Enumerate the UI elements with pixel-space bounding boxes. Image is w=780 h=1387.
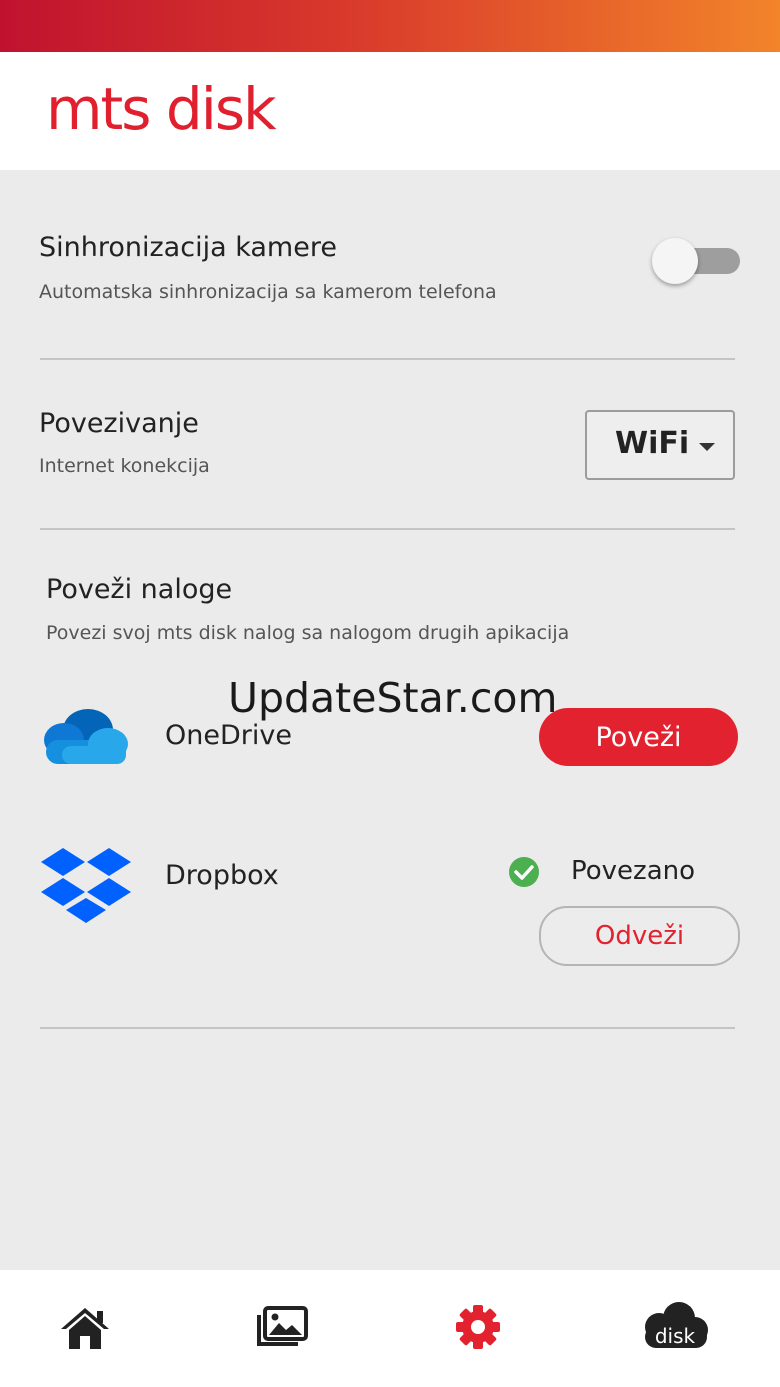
toggle-knob: [652, 238, 698, 284]
connection-title: Povezivanje: [39, 408, 199, 439]
nav-disk[interactable]: disk: [641, 1300, 709, 1356]
settings-content: Sinhronizacija kamere Automatska sinhron…: [0, 170, 780, 1270]
home-icon: [61, 1308, 109, 1349]
caret-down-icon: [699, 443, 715, 451]
connection-subtitle: Internet konekcija: [39, 455, 210, 477]
disk-cloud-icon: disk: [645, 1302, 708, 1348]
check-circle-icon: [509, 857, 539, 887]
camera-sync-title: Sinhronizacija kamere: [39, 232, 337, 263]
disk-icon-label: disk: [655, 1324, 696, 1348]
connection-type-dropdown[interactable]: WiFi: [585, 410, 735, 480]
dropbox-status: Povezano: [571, 856, 696, 886]
dropbox-icon: [41, 848, 131, 923]
nav-gallery[interactable]: [256, 1306, 308, 1352]
nav-settings[interactable]: [455, 1304, 501, 1354]
settings-gear-icon: [456, 1305, 500, 1349]
app-logo: mts disk: [46, 75, 277, 143]
divider: [40, 358, 735, 360]
divider: [40, 528, 735, 530]
dropdown-value: WiFi: [615, 426, 690, 461]
link-accounts-subtitle: Povezi svoj mts disk nalog sa nalogom dr…: [46, 622, 570, 644]
camera-sync-subtitle: Automatska sinhronizacija sa kamerom tel…: [39, 281, 497, 303]
bottom-nav: disk: [0, 1270, 780, 1387]
status-bar: [0, 0, 780, 52]
watermark: UpdateStar.com: [228, 674, 558, 722]
onedrive-icon: [44, 709, 128, 764]
gallery-icon: [257, 1306, 308, 1346]
dropbox-disconnect-button[interactable]: Odveži: [539, 906, 740, 966]
link-accounts-title: Poveži naloge: [46, 574, 233, 605]
nav-home[interactable]: [60, 1306, 110, 1354]
app-header: mts disk: [0, 52, 780, 170]
onedrive-connect-button[interactable]: Poveži: [539, 708, 738, 766]
camera-sync-toggle[interactable]: [652, 236, 740, 284]
divider: [40, 1027, 735, 1029]
dropbox-label: Dropbox: [165, 860, 279, 891]
onedrive-label: OneDrive: [165, 720, 292, 751]
